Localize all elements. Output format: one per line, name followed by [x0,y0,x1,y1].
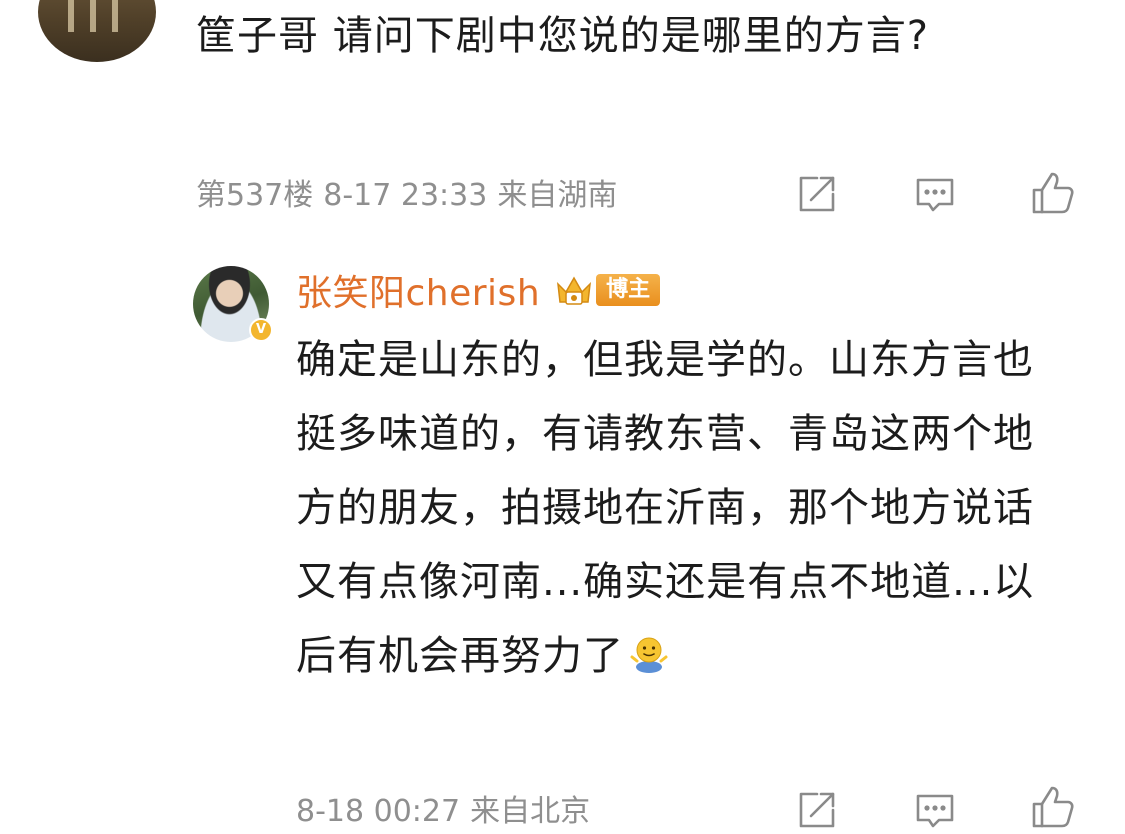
reply-author-row: 张笑阳cherish 博主 [296,262,661,318]
comment-icon[interactable] [912,172,958,218]
commenter-avatar[interactable] [38,0,156,62]
crown-icon [552,270,596,310]
reply-comment-text: 确定是山东的，但我是学的。山东方言也挺多味道的，有请教东营、青岛这两个地方的朋友… [296,323,1066,693]
floor-number: 第537楼 [196,178,314,213]
like-icon[interactable] [1030,784,1076,830]
comment-icon[interactable] [912,788,958,834]
reply-author-name[interactable]: 张笑阳cherish [296,264,540,316]
reply-author-avatar[interactable]: V [193,266,273,342]
like-icon[interactable] [1030,170,1076,216]
share-icon[interactable] [793,788,839,834]
comment-location: 来自湖南 [497,178,618,213]
blogger-badge: 博主 [596,274,661,306]
verified-badge: V [249,318,273,342]
reply-meta: 8-18 00:27 来自北京 [296,790,600,834]
shrug-emoji-icon [628,625,670,673]
reply-location: 来自北京 [470,794,591,829]
parent-comment-text: 筐子哥 请问下剧中您说的是哪里的方言? [196,13,929,59]
share-icon[interactable] [793,172,839,218]
reply-time: 8-18 00:27 [296,794,461,829]
comment-time: 8-17 23:33 [323,178,488,213]
parent-comment-meta: 第537楼 8-17 23:33 来自湖南 [196,174,627,218]
